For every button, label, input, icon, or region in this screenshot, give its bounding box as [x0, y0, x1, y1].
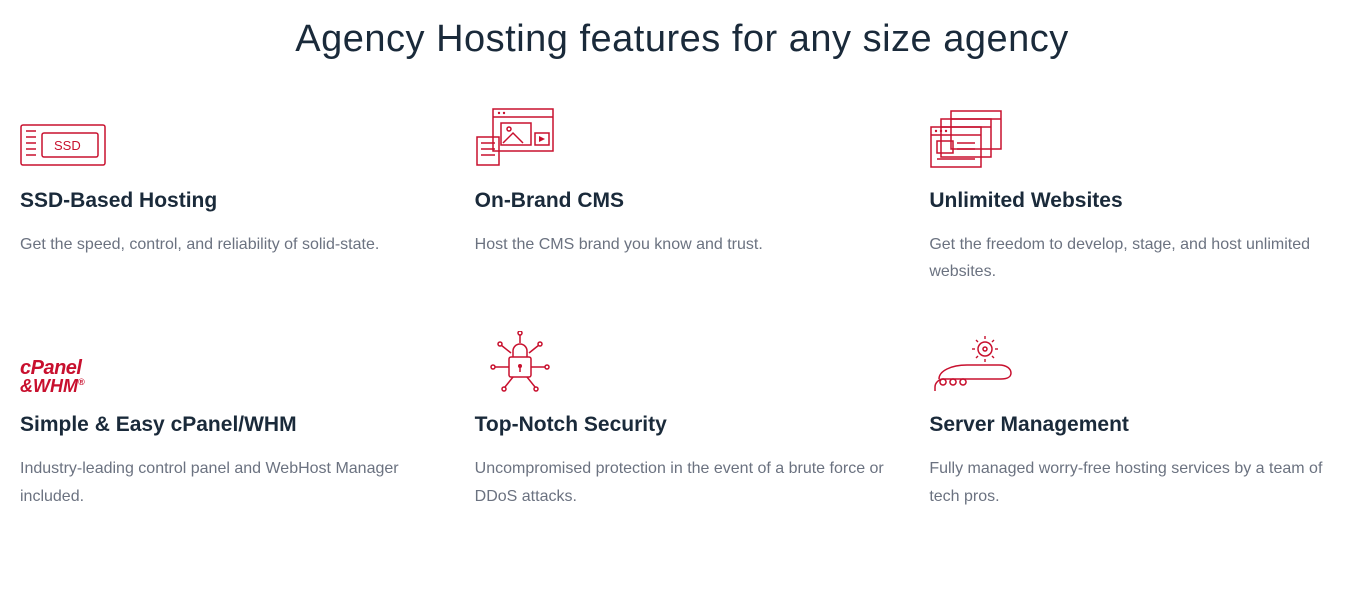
feature-websites: Unlimited Websites Get the freedom to de… — [929, 111, 1344, 285]
feature-desc: Fully managed worry-free hosting service… — [929, 455, 1344, 509]
feature-desc: Get the speed, control, and reliability … — [20, 231, 435, 258]
websites-icon — [929, 111, 1344, 171]
feature-desc: Host the CMS brand you know and trust. — [475, 231, 890, 258]
feature-management: Server Management Fully managed worry-fr… — [929, 335, 1344, 509]
features-grid: SSD SSD-Based Hosting Get the speed, con… — [0, 61, 1364, 510]
management-icon — [929, 335, 1344, 395]
feature-title: Top-Notch Security — [475, 413, 890, 437]
cms-icon — [475, 111, 890, 171]
feature-ssd: SSD SSD-Based Hosting Get the speed, con… — [20, 111, 435, 285]
feature-title: Unlimited Websites — [929, 189, 1344, 213]
feature-title: On-Brand CMS — [475, 189, 890, 213]
cpanel-icon: cPanel &WHM® — [20, 335, 435, 395]
feature-title: Server Management — [929, 413, 1344, 437]
page-title: Agency Hosting features for any size age… — [0, 18, 1364, 61]
svg-text:SSD: SSD — [54, 138, 81, 153]
ssd-icon: SSD — [20, 111, 435, 171]
feature-title: Simple & Easy cPanel/WHM — [20, 413, 435, 437]
feature-cpanel: cPanel &WHM® Simple & Easy cPanel/WHM In… — [20, 335, 435, 509]
feature-desc: Get the freedom to develop, stage, and h… — [929, 231, 1344, 285]
feature-title: SSD-Based Hosting — [20, 189, 435, 213]
security-icon — [475, 335, 890, 395]
feature-security: Top-Notch Security Uncompromised protect… — [475, 335, 890, 509]
feature-cms: On-Brand CMS Host the CMS brand you know… — [475, 111, 890, 285]
feature-desc: Industry-leading control panel and WebHo… — [20, 455, 435, 509]
feature-desc: Uncompromised protection in the event of… — [475, 455, 890, 509]
